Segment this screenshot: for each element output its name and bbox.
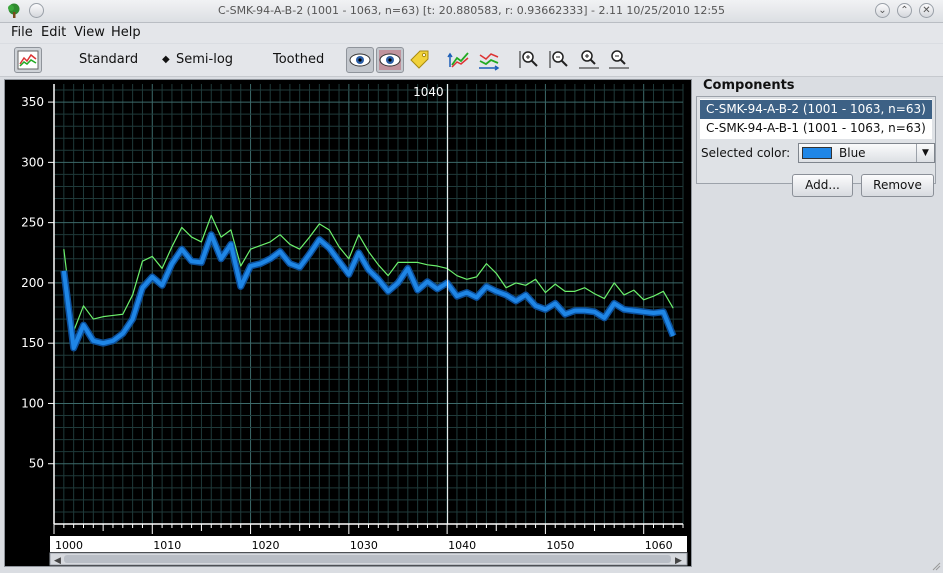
y-tick-label: 200 bbox=[21, 276, 44, 290]
label-button[interactable] bbox=[406, 47, 434, 73]
components-title: Components bbox=[703, 78, 795, 93]
window-title: C-SMK-94-A-B-2 (1001 - 1063, n=63) [t: 2… bbox=[217, 4, 726, 17]
menu-edit[interactable]: Edit bbox=[41, 25, 66, 40]
title-bar: C-SMK-94-A-B-2 (1001 - 1063, n=63) [t: 2… bbox=[0, 0, 943, 23]
chart-window-button[interactable] bbox=[14, 47, 42, 73]
tag-icon bbox=[410, 50, 429, 69]
x-tick-label: 1010 bbox=[153, 539, 181, 552]
sort-up-button[interactable] bbox=[446, 47, 472, 73]
selected-marker-icon: ◆ bbox=[162, 54, 170, 65]
zoom-out-y-icon bbox=[609, 50, 629, 69]
show-reference-button[interactable] bbox=[346, 47, 374, 73]
scroll-right-icon: ▶ bbox=[675, 556, 682, 566]
close-button[interactable]: ✕ bbox=[919, 3, 934, 18]
menu-bar: File Edit View Help bbox=[0, 23, 943, 43]
x-tick-label: 1030 bbox=[350, 539, 378, 552]
x-tick-label: 1060 bbox=[645, 539, 673, 552]
scale-standard-option[interactable]: Standard bbox=[79, 52, 138, 67]
components-list[interactable]: C-SMK-94-A-B-2 (1001 - 1063, n=63) C-SMK… bbox=[700, 99, 932, 139]
x-tick-label: 1000 bbox=[55, 539, 83, 552]
y-tick-label: 100 bbox=[21, 396, 44, 410]
eye-compare-icon bbox=[379, 50, 401, 70]
x-tick-label: 1040 bbox=[448, 539, 476, 552]
zoom-out-y-button[interactable] bbox=[606, 47, 632, 73]
color-name: Blue bbox=[839, 146, 866, 160]
components-box: C-SMK-94-A-B-2 (1001 - 1063, n=63) C-SMK… bbox=[696, 96, 936, 184]
zoom-in-x-button[interactable] bbox=[516, 47, 542, 73]
zoom-in-y-button[interactable] bbox=[576, 47, 602, 73]
x-tick-label: 1020 bbox=[252, 539, 280, 552]
zoom-out-x-button[interactable] bbox=[546, 47, 572, 73]
remove-button[interactable]: Remove bbox=[861, 174, 934, 197]
year-cursor-label: 1040 bbox=[413, 85, 444, 99]
y-tick-label: 50 bbox=[29, 457, 44, 471]
chart-window-icon bbox=[17, 50, 39, 70]
chevron-down-icon[interactable]: ▼ bbox=[916, 144, 934, 162]
menu-help[interactable]: Help bbox=[111, 25, 141, 40]
color-dropdown[interactable]: Blue ▼ bbox=[798, 143, 935, 163]
scale-toothed-option[interactable]: Toothed bbox=[273, 52, 324, 67]
toolbar: Standard ◆ Semi-log Toothed bbox=[0, 44, 943, 77]
y-tick-label: 250 bbox=[21, 216, 44, 230]
scale-semilog-option[interactable]: Semi-log bbox=[176, 52, 233, 67]
color-swatch bbox=[802, 147, 832, 159]
menu-file[interactable]: File bbox=[11, 25, 33, 40]
selected-color-label: Selected color: bbox=[701, 146, 791, 160]
component-item[interactable]: C-SMK-94-A-B-2 (1001 - 1063, n=63) bbox=[700, 100, 932, 119]
resize-grip-icon[interactable] bbox=[931, 561, 941, 571]
sort-down-icon bbox=[479, 53, 500, 71]
menu-view[interactable]: View bbox=[74, 25, 105, 40]
scroll-left-icon: ◀ bbox=[54, 556, 61, 566]
sort-up-icon bbox=[447, 52, 469, 68]
y-tick-label: 150 bbox=[21, 336, 44, 350]
zoom-in-x-icon bbox=[519, 51, 538, 68]
zoom-in-y-icon bbox=[579, 50, 599, 69]
sort-down-button[interactable] bbox=[476, 47, 502, 73]
minimize-button[interactable]: ⌄ bbox=[875, 3, 890, 18]
zoom-out-x-icon bbox=[549, 51, 568, 68]
plot-panel[interactable]: 350 300 250 200 150 100 50 1000 1010 1020 1030 1040… bbox=[4, 79, 692, 567]
scrollbar-thumb bbox=[64, 555, 671, 563]
maximize-button[interactable]: ⌃ bbox=[897, 3, 912, 18]
components-panel: Components C-SMK-94-A-B-2 (1001 - 1063, … bbox=[694, 76, 943, 566]
y-tick-label: 300 bbox=[21, 155, 44, 169]
y-tick-label: 350 bbox=[21, 95, 44, 109]
eye-icon bbox=[349, 53, 371, 67]
compare-button[interactable] bbox=[376, 47, 404, 73]
x-tick-label: 1050 bbox=[546, 539, 574, 552]
add-button[interactable]: Add... bbox=[792, 174, 853, 197]
component-item[interactable]: C-SMK-94-A-B-1 (1001 - 1063, n=63) bbox=[700, 119, 932, 138]
graph-canvas[interactable]: 350 300 250 200 150 100 50 1000 1010 1020 1030 1040… bbox=[5, 80, 691, 566]
